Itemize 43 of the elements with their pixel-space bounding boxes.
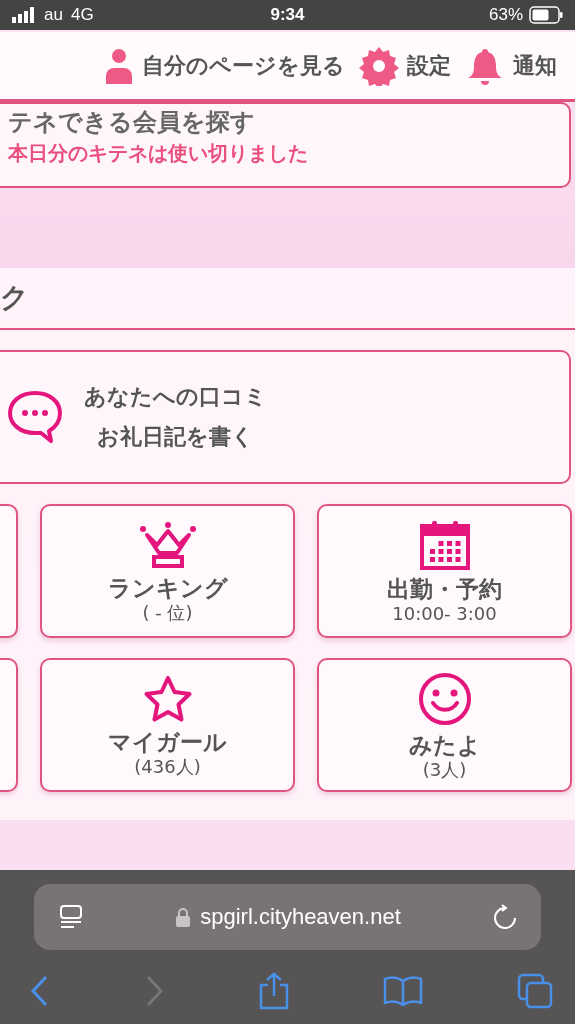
tabs-icon[interactable] (517, 973, 553, 1009)
back-icon[interactable] (30, 975, 50, 1007)
tile-label: みたよ (408, 730, 481, 760)
crown-icon (137, 520, 198, 569)
tile-subtext: ( - 位) (142, 603, 193, 622)
battery-percentage: 63% (489, 5, 523, 25)
tile-subtext: (3人) (422, 760, 467, 779)
header-link[interactable]: 自分のページを見る (104, 47, 345, 84)
tile-label: マイガール (108, 727, 227, 757)
smiley-icon (417, 671, 472, 726)
notice-text: 本日分のキテネは使い切りました (8, 140, 309, 167)
battery-icon (529, 6, 563, 24)
review-card[interactable]: あなたへの口コミ お礼日記を書く (0, 350, 571, 484)
menu-tile[interactable]: マイガール (436人) (40, 658, 295, 792)
menu-tile[interactable]: 出勤・予約 10:00- 3:00 (317, 504, 572, 638)
tile-subtext: 10:00- 3:00 (392, 604, 497, 623)
menu-tile[interactable]: ランキング ( - 位) (40, 504, 295, 638)
tile-label: ランキング (107, 573, 228, 603)
review-card-text: お礼日記を書く (97, 423, 254, 451)
share-icon[interactable] (257, 972, 290, 1010)
star-icon (142, 674, 193, 723)
address-bar[interactable]: spgirl.cityheaven.net (34, 884, 541, 950)
signal-icon (12, 7, 36, 23)
bookmarks-icon[interactable] (383, 975, 424, 1007)
calendar-icon (419, 519, 470, 570)
tile-subtext: (436人) (134, 757, 201, 776)
settings-icon (359, 45, 399, 86)
user-icon (104, 47, 134, 84)
lock-icon (176, 907, 191, 927)
carrier-name: au (44, 5, 63, 25)
search-card-title[interactable]: テネできる会員を探す (8, 106, 553, 138)
tile-label: 出勤・予約 (387, 574, 502, 604)
menu-tile[interactable]: みたよ (3人) (317, 658, 572, 792)
speech-bubble-icon (6, 389, 64, 445)
reader-icon (58, 904, 84, 930)
clock-time: 9:34 (270, 5, 305, 24)
header-link[interactable]: 通知 (465, 44, 557, 87)
review-card-text: あなたへの口コミ (84, 383, 267, 411)
network-type: 4G (70, 5, 94, 25)
header-link[interactable]: 設定 (359, 45, 451, 86)
reload-icon[interactable] (493, 904, 517, 930)
section-title: ク (0, 268, 575, 330)
url-text: spgirl.cityheaven.net (200, 904, 401, 930)
